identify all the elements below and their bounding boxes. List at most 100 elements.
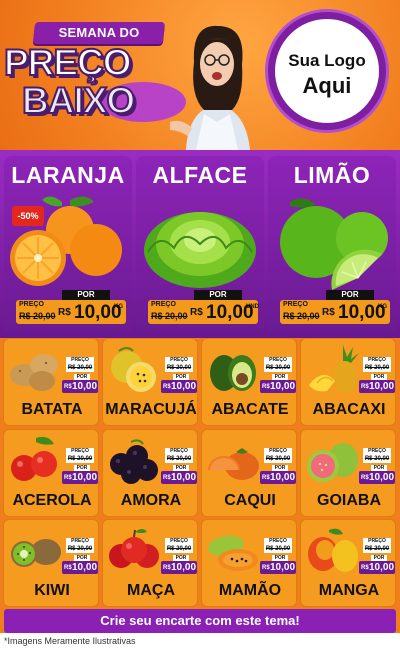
product-tile-abacaxi: PREÇO R$ 20,00 POR R$ 10,00 ABACAXI	[300, 338, 396, 426]
logo-line1: Sua Logo	[288, 51, 366, 70]
product-price: PREÇO R$ 20,00 POR R$ 10,00	[161, 538, 197, 574]
currency: R$	[163, 384, 171, 390]
currency: R$	[361, 384, 369, 390]
old-price: R$ 20,00	[165, 545, 193, 553]
old-price: R$ 20,00	[363, 364, 391, 372]
product-tile-mamao: PREÇO R$ 20,00 POR R$ 10,00 MAMÃO	[201, 519, 297, 607]
product-price: PREÇO R$ 20,00 POR R$ 10,00	[359, 448, 395, 484]
old-price: R$ 20,00	[165, 364, 193, 372]
product-name: ACEROLA	[12, 492, 92, 509]
guava-icon	[307, 443, 358, 482]
new-price-box: R$ 10,00	[161, 471, 197, 484]
flyer: SEMANA DO PREÇO BAIXO Sua Logo Aqui LARA…	[0, 0, 400, 650]
product-name: GOIABA	[317, 492, 381, 509]
old-price: R$ 20,00	[363, 455, 391, 463]
currency: R$	[262, 565, 270, 571]
old-price: R$ 20,00	[283, 311, 320, 321]
currency: R$	[361, 475, 369, 481]
persimmon-icon	[208, 448, 259, 480]
currency: R$	[163, 475, 171, 481]
product-name: CAQUI	[224, 492, 276, 509]
new-price-box: R$ 10,00	[161, 380, 197, 393]
currency: R$	[322, 307, 335, 318]
new-price-box: R$ 10,00	[62, 561, 98, 574]
product-price: PREÇO R$ 20,00 POR R$ 10,00	[62, 357, 98, 393]
featured-card-limao: LIMÃO POR PREÇO R$ 20,00 R$ 10,00 KG	[268, 156, 396, 334]
title-baixo: BAIXO	[21, 80, 136, 121]
old-price: R$ 20,00	[165, 455, 193, 463]
new-price-box: R$ 10,00	[260, 380, 296, 393]
product-name: KIWI	[34, 582, 70, 599]
new-price-box: R$ 10,00	[260, 471, 296, 484]
product-tile-goiaba: PREÇO R$ 20,00 POR R$ 10,00 GOIABA	[300, 429, 396, 517]
preco-label: PREÇO	[283, 301, 308, 308]
old-price: R$ 20,00	[151, 311, 188, 321]
new-price-box: R$ 10,00	[359, 471, 395, 484]
old-price: R$ 20,00	[264, 545, 292, 553]
new-price: 10,00	[270, 472, 296, 483]
new-price: 10,00	[369, 381, 395, 392]
price-box: PREÇO R$ 20,00 R$ 10,00 KG	[280, 300, 390, 324]
header: SEMANA DO PREÇO BAIXO Sua Logo Aqui	[0, 0, 400, 150]
acerola-icon	[11, 436, 57, 481]
logo-line2: Aqui	[302, 73, 352, 98]
featured-name: LIMÃO	[293, 162, 371, 188]
currency: R$	[58, 307, 71, 318]
product-name: MAMÃO	[218, 582, 282, 599]
product-tile-abacate: PREÇO R$ 20,00 POR R$ 10,00 ABACATE	[201, 338, 297, 426]
new-price-box: R$ 10,00	[161, 561, 197, 574]
preco-label: PREÇO	[363, 357, 391, 364]
new-price-box: R$ 10,00	[359, 561, 395, 574]
preco-label: PREÇO	[66, 357, 94, 364]
por-tag: POR	[194, 290, 242, 300]
old-price: R$ 20,00	[264, 364, 292, 372]
featured-price: POR PREÇO R$ 20,00 R$ 10,00 KG	[280, 290, 390, 332]
featured-name: LARANJA	[11, 162, 125, 188]
product-name: MANGA	[318, 582, 380, 599]
product-tile-amora: PREÇO R$ 20,00 POR R$ 10,00 AMORA	[102, 429, 198, 517]
currency: R$	[262, 384, 270, 390]
por-tag: POR	[62, 290, 110, 300]
product-tile-manga: PREÇO R$ 20,00 POR R$ 10,00 MANGA	[300, 519, 396, 607]
new-price: 10,00	[72, 381, 98, 392]
por-tag: POR	[326, 290, 374, 300]
preco-label: PREÇO	[264, 538, 292, 545]
preco-label: PREÇO	[264, 448, 292, 455]
product-price: PREÇO R$ 20,00 POR R$ 10,00	[161, 448, 197, 484]
new-price: 10,00	[270, 381, 296, 392]
featured-card-alface: ALFACE POR PREÇO R$ 20,00 R$ 10,00 UND	[136, 156, 264, 334]
old-price: R$ 20,00	[66, 364, 94, 372]
preco-label: PREÇO	[165, 448, 193, 455]
product-name: ABACATE	[211, 401, 289, 418]
preco-label: PREÇO	[165, 357, 193, 364]
product-price: PREÇO R$ 20,00 POR R$ 10,00	[260, 538, 296, 574]
preco-label: PREÇO	[19, 301, 44, 308]
logo-badge: Sua Logo Aqui	[268, 12, 386, 130]
currency: R$	[163, 565, 171, 571]
new-price: 10,00	[369, 472, 395, 483]
price-box: PREÇO R$ 20,00 R$ 10,00 UND	[148, 300, 259, 324]
featured-price: POR PREÇO R$ 20,00 R$ 10,00 KG	[16, 290, 126, 332]
unit: KG	[114, 304, 123, 310]
product-tile-kiwi: PREÇO R$ 20,00 POR R$ 10,00 KIWI	[3, 519, 99, 607]
currency: R$	[64, 565, 72, 571]
semana-banner: SEMANA DO	[32, 22, 166, 44]
new-price: 10,00	[171, 381, 197, 392]
product-tile-batata: PREÇO R$ 20,00 POR R$ 10,00 BATATA	[3, 338, 99, 426]
product-name: AMORA	[120, 492, 182, 509]
old-price: R$ 20,00	[363, 545, 391, 553]
preco-label: PREÇO	[66, 448, 94, 455]
discount-badge: -50%	[12, 206, 44, 226]
product-tile-maracuja: PREÇO R$ 20,00 POR R$ 10,00 MARACUJÁ	[102, 338, 198, 426]
product-price: PREÇO R$ 20,00 POR R$ 10,00	[62, 538, 98, 574]
new-price: 10,00	[270, 562, 296, 573]
product-price: PREÇO R$ 20,00 POR R$ 10,00	[260, 357, 296, 393]
product-name: MAÇA	[127, 582, 175, 599]
featured-name: ALFACE	[152, 162, 248, 188]
product-name: BATATA	[21, 401, 83, 418]
footer-cta-band: Crie seu encarte com este tema!	[4, 609, 396, 633]
product-price: PREÇO R$ 20,00 POR R$ 10,00	[359, 357, 395, 393]
product-tile-caqui: PREÇO R$ 20,00 POR R$ 10,00 CAQUI	[201, 429, 297, 517]
passion-fruit-icon	[111, 347, 156, 392]
currency: R$	[262, 475, 270, 481]
